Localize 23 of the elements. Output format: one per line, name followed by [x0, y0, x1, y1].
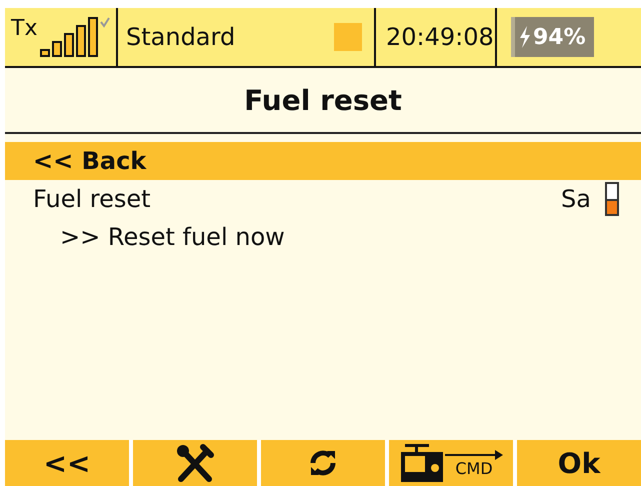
switch-name: Sa — [561, 185, 591, 213]
softkey-button[interactable]: << — [5, 440, 129, 486]
lightning-icon — [519, 26, 531, 48]
menu-item[interactable]: << Back — [5, 142, 641, 180]
softkey-button[interactable] — [133, 440, 257, 486]
clock-time: 20:49:08 — [386, 23, 494, 51]
menu-label: >> Reset fuel now — [60, 223, 285, 251]
softkey-button[interactable] — [261, 440, 385, 486]
model-indicator — [334, 23, 362, 51]
softkey-button[interactable]: CMD — [389, 440, 513, 486]
transmitter-icon — [399, 442, 445, 484]
switch-gauge — [605, 182, 619, 216]
page-title: Fuel reset — [5, 68, 641, 134]
menu-label: Fuel reset — [33, 185, 151, 213]
softkey-button[interactable]: Ok — [517, 440, 641, 486]
menu-item[interactable]: >> Reset fuel now — [5, 218, 641, 256]
model-name: Standard — [126, 23, 236, 51]
arrow-icon — [445, 449, 503, 461]
battery-indicator: 94% — [511, 17, 594, 57]
cmd-label: CMD — [455, 461, 493, 477]
menu-label: << Back — [33, 147, 146, 175]
menu-item[interactable]: Fuel reset Sa — [5, 180, 641, 218]
tx-label: Tx — [11, 16, 38, 41]
